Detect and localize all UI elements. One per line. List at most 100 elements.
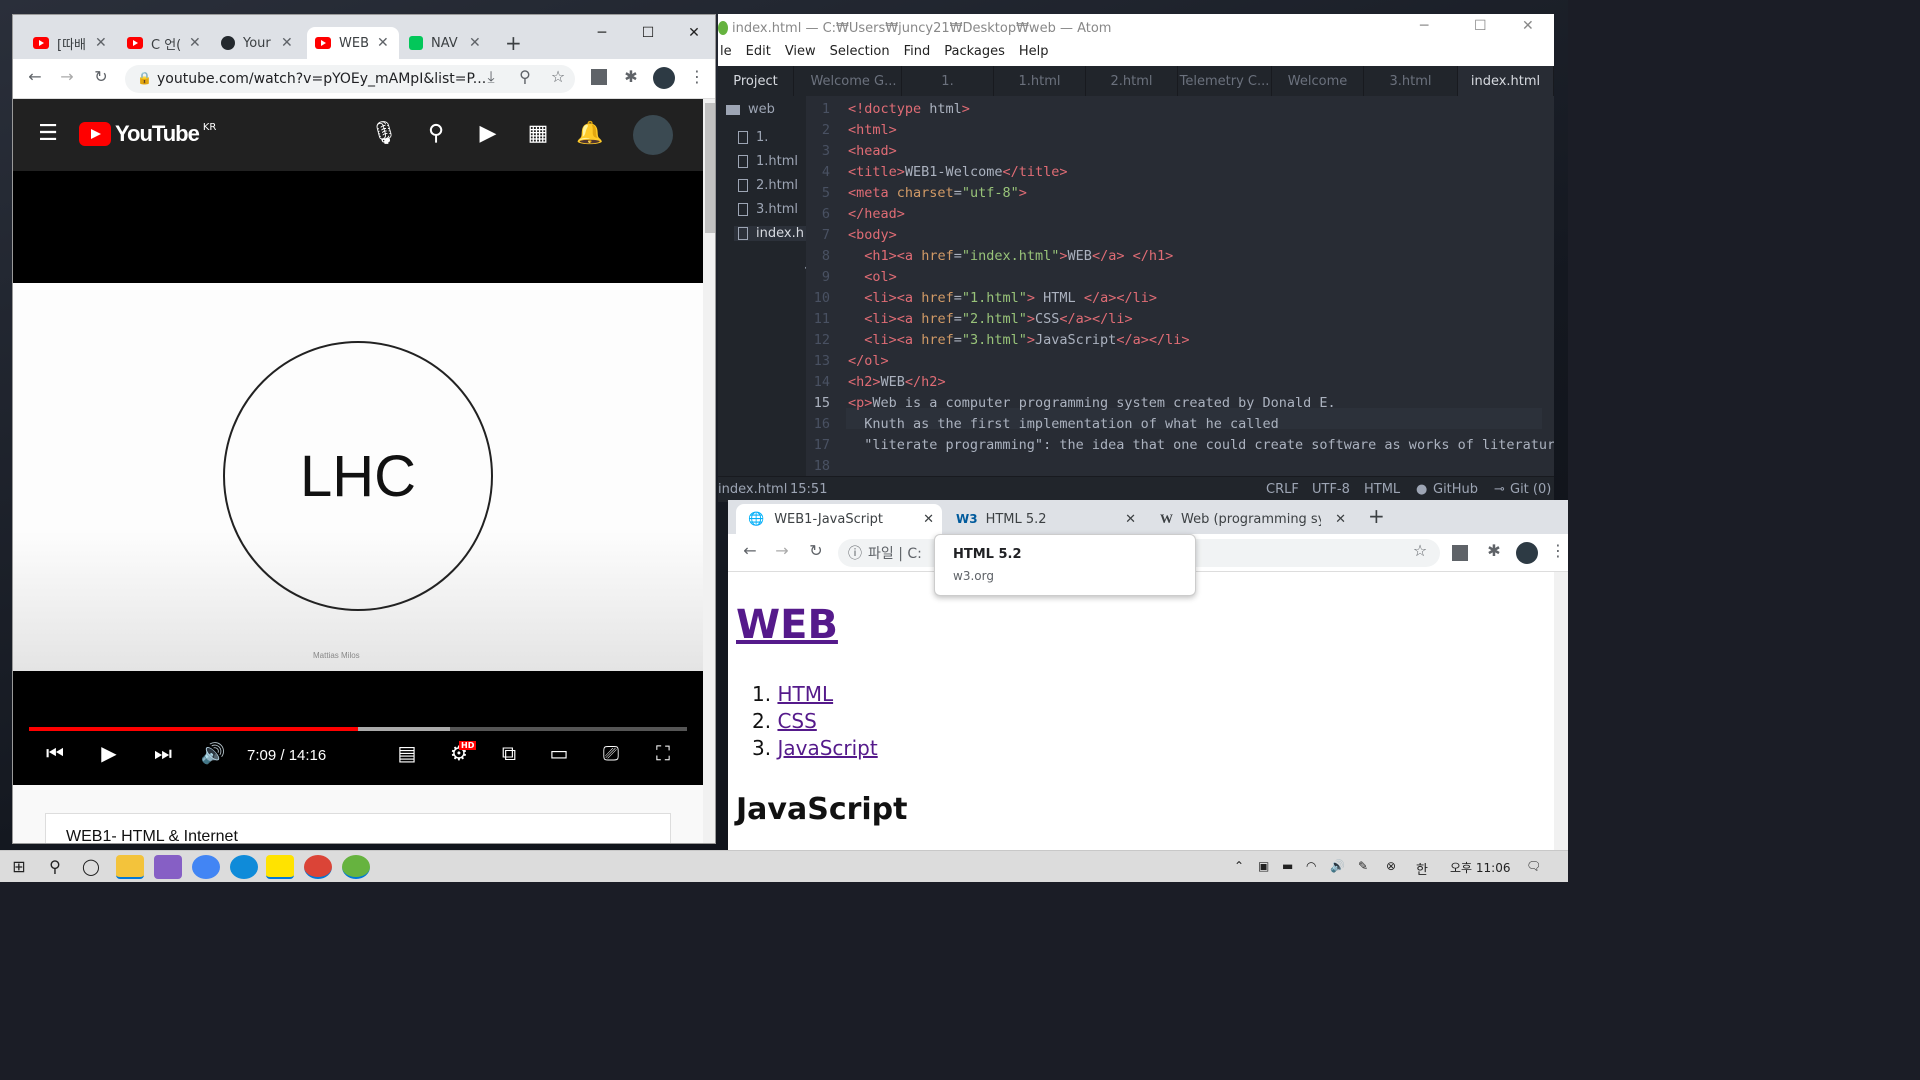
close-icon[interactable]: ✕: [189, 35, 201, 51]
pen-icon[interactable]: ✎: [1358, 859, 1368, 873]
close-icon[interactable]: ✕: [95, 35, 107, 51]
menu-edit[interactable]: Edit: [746, 44, 771, 66]
code-line[interactable]: 1 <!doctype html>: [806, 99, 970, 120]
tab-3-html[interactable]: 3.html: [1364, 66, 1458, 96]
code-line[interactable]: 10 <li><a href="1.html"> HTML </a></li>: [806, 288, 1157, 309]
tab-wikipedia-web[interactable]: W Web (programming syste ✕: [1148, 504, 1354, 534]
playlist-card[interactable]: WEB1- HTML & Internet: [45, 813, 671, 843]
status-grammar[interactable]: HTML: [1364, 482, 1400, 497]
close-window-button[interactable]: ✕: [1522, 18, 1534, 34]
menu-file[interactable]: le: [720, 44, 732, 66]
code-line[interactable]: 7 <body>: [806, 225, 897, 246]
tab-1-html[interactable]: 1.html: [994, 66, 1086, 96]
microphone-icon[interactable]: 🎙: [369, 121, 399, 146]
tree-file[interactable]: 1.: [738, 130, 806, 145]
maximize-button[interactable]: ☐: [1474, 18, 1487, 34]
menu-kebab-icon[interactable]: ⋮: [685, 67, 709, 86]
code-line[interactable]: 4 <title>WEB1-Welcome</title>: [806, 162, 1068, 183]
edge-icon[interactable]: [230, 855, 258, 879]
status-line-ending[interactable]: CRLF: [1266, 482, 1299, 497]
chrome-icon[interactable]: [192, 855, 220, 879]
tab-2[interactable]: C 언( ✕: [119, 27, 211, 59]
notification-center-icon[interactable]: 🗨: [1526, 859, 1541, 873]
wifi-icon[interactable]: ◠: [1306, 859, 1316, 873]
tab-html-5-2[interactable]: W3 HTML 5.2 ✕: [944, 504, 1144, 534]
code-line[interactable]: 2 <html>: [806, 120, 897, 141]
tab-1[interactable]: 1.: [902, 66, 994, 96]
back-icon[interactable]: ←: [738, 541, 762, 560]
tab-3[interactable]: Your ✕: [213, 27, 305, 59]
apps-grid-icon[interactable]: ▦: [523, 121, 553, 146]
html-link[interactable]: HTML: [777, 682, 833, 706]
tab-welcome[interactable]: Welcome: [1272, 66, 1364, 96]
code-line[interactable]: 9 <ol>: [806, 267, 897, 288]
status-github[interactable]: GitHub: [1433, 482, 1478, 497]
volume-icon[interactable]: 🔊: [195, 741, 231, 765]
close-icon[interactable]: ✕: [377, 35, 389, 51]
menu-find[interactable]: Find: [904, 44, 931, 66]
code-line[interactable]: 8 <h1><a href="index.html">WEB</a> </h1>: [806, 246, 1173, 267]
code-line[interactable]: 12 <li><a href="3.html">JavaScript</a></…: [806, 330, 1190, 351]
code-line[interactable]: 18: [806, 456, 848, 477]
menu-packages[interactable]: Packages: [944, 44, 1005, 66]
visual-studio-icon[interactable]: [154, 855, 182, 879]
minimize-button[interactable]: ─: [1420, 18, 1428, 34]
new-tab-button[interactable]: +: [1368, 504, 1385, 528]
battery-icon[interactable]: ▬: [1282, 859, 1293, 873]
puzzle-extensions-icon[interactable]: ✱: [1482, 541, 1506, 560]
atom-icon[interactable]: [342, 855, 370, 879]
meet-now-icon[interactable]: ▣: [1258, 859, 1269, 873]
menu-selection[interactable]: Selection: [830, 44, 890, 66]
tab-1[interactable]: [따배 ✕: [25, 27, 117, 59]
video-player[interactable]: LHC Mattias Milos ⏮ ▶ ⏭ 🔊 7:09 / 14:16 ▤…: [13, 171, 703, 785]
css-link[interactable]: CSS: [777, 709, 816, 733]
play-icon[interactable]: ▶: [91, 741, 127, 765]
tab-2-html[interactable]: 2.html: [1086, 66, 1178, 96]
youtube-logo[interactable]: YouTube KR: [79, 121, 216, 147]
reload-icon[interactable]: ↻: [89, 67, 113, 86]
progress-bar[interactable]: [29, 727, 687, 731]
chrome-running-icon[interactable]: [304, 855, 332, 879]
close-icon[interactable]: ✕: [469, 35, 481, 51]
tree-file[interactable]: 3.html: [738, 202, 806, 217]
code-line[interactable]: 13 </ol>: [806, 351, 889, 372]
tree-file[interactable]: 2.html: [738, 178, 806, 193]
fullscreen-icon[interactable]: ⛶: [645, 741, 681, 765]
file-explorer-icon[interactable]: [116, 855, 144, 879]
page-scrollbar[interactable]: [703, 99, 715, 843]
forward-icon[interactable]: →: [55, 67, 79, 86]
extension-icon[interactable]: [1452, 545, 1468, 561]
install-icon[interactable]: ⤓: [479, 67, 503, 87]
windows-start-icon[interactable]: ⊞: [8, 857, 30, 877]
tab-5[interactable]: NAV ✕: [401, 27, 493, 59]
next-icon[interactable]: ⏭: [145, 741, 181, 765]
bookmark-star-icon[interactable]: ☆: [1408, 541, 1432, 560]
create-video-icon[interactable]: ▶: [473, 121, 503, 146]
maximize-button[interactable]: ☐: [633, 25, 663, 41]
close-icon[interactable]: ✕: [1335, 512, 1346, 527]
speaker-icon[interactable]: 🔊: [1330, 859, 1345, 873]
search-icon[interactable]: ⚲: [421, 121, 451, 146]
extension-icon[interactable]: [591, 69, 607, 85]
tab-4-active[interactable]: WEB ✕: [307, 27, 399, 59]
show-hidden-icons-chevron-icon[interactable]: ⌃: [1234, 859, 1244, 873]
puzzle-extensions-icon[interactable]: ✱: [619, 67, 643, 86]
search-icon[interactable]: ⚲: [44, 857, 66, 877]
profile-avatar[interactable]: [653, 67, 675, 89]
tree-root-web[interactable]: web: [726, 102, 794, 117]
code-line[interactable]: 15 <p>Web is a computer programming syste…: [806, 393, 1336, 414]
bookmark-star-icon[interactable]: ☆: [546, 67, 570, 86]
notifications-bell-icon[interactable]: 🔔: [575, 121, 605, 146]
tab-index-html-active[interactable]: index.html: [1458, 66, 1554, 96]
tree-file[interactable]: 1.html: [738, 154, 806, 169]
close-icon[interactable]: ✕: [281, 35, 293, 51]
code-line[interactable]: 14 <h2>WEB</h2>: [806, 372, 946, 393]
code-line[interactable]: 16 Knuth as the first implementation of …: [806, 414, 1279, 435]
previous-icon[interactable]: ⏮: [37, 741, 73, 765]
close-icon[interactable]: ✕: [1125, 512, 1136, 527]
code-line[interactable]: 3 <head>: [806, 141, 897, 162]
new-tab-button[interactable]: +: [505, 31, 522, 55]
javascript-link[interactable]: JavaScript: [777, 736, 877, 760]
page-scrollbar[interactable]: [1554, 572, 1568, 850]
theater-mode-icon[interactable]: ▭: [541, 741, 577, 765]
